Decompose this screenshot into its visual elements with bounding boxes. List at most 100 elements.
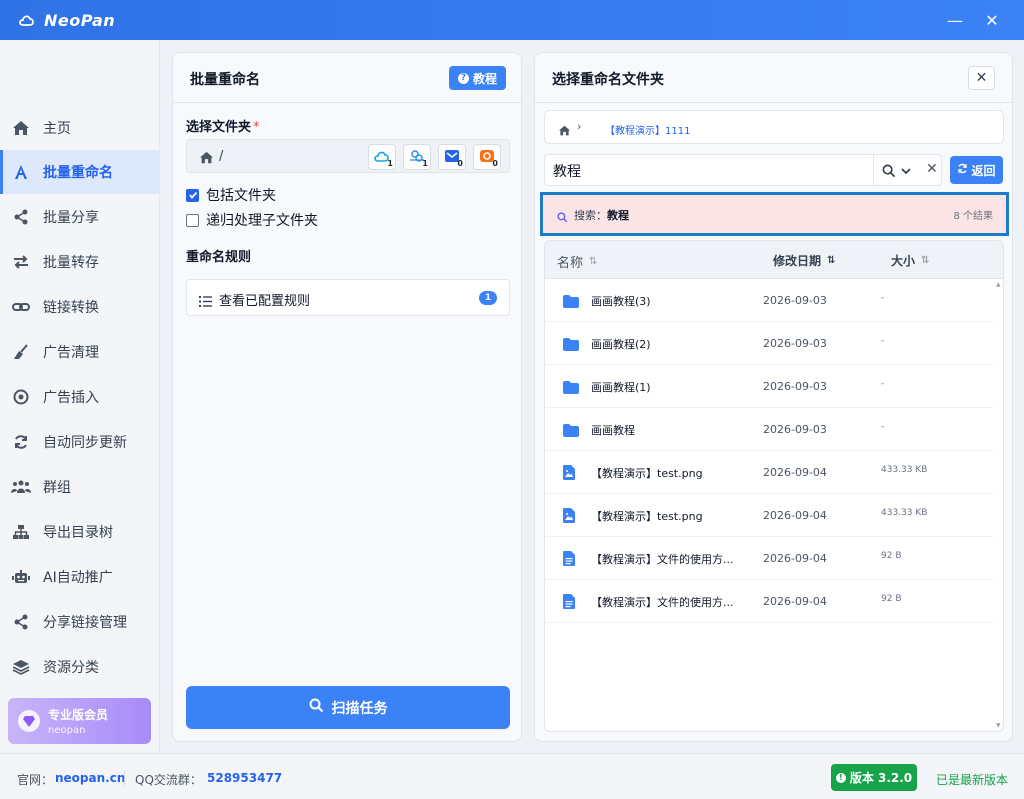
required-mark: * (253, 120, 260, 135)
panel-title: 批量重命名 (190, 72, 260, 88)
column-date[interactable]: 修改日期 ⇅ (773, 252, 835, 269)
scrollbar[interactable]: ▲ ▼ (995, 281, 1003, 729)
search-prefix: 搜索： (574, 209, 607, 222)
sidebar-item-batch-transfer[interactable]: 批量转存 (0, 240, 159, 284)
vip-title: 专业版会员 (48, 708, 109, 722)
sidebar-item-share-manage[interactable]: 分享链接管理 (0, 600, 159, 644)
search-summary: 搜索：教程 (574, 207, 629, 223)
scan-task-label: 扫描任务 (331, 700, 388, 717)
home-icon (10, 117, 32, 139)
chevron-right-icon: › (577, 120, 582, 133)
link-icon (10, 296, 32, 318)
recursive-label: 递归处理子文件夹 (206, 213, 318, 229)
document-icon (563, 594, 575, 613)
table-row[interactable]: 画画教程(3) 2026-09-03 - (545, 279, 993, 322)
batch-rename-panel: 批量重命名 ? 教程 选择文件夹 * / 1 1 0 0 包括文件夹 递归处理子… (172, 52, 522, 742)
file-size: - (881, 336, 885, 346)
sidebar-item-batch-rename[interactable]: 批量重命名 (0, 150, 159, 194)
close-window-button[interactable]: ✕ (980, 8, 1004, 32)
folder-icon (563, 379, 579, 398)
home-icon[interactable] (558, 121, 571, 140)
file-size: - (881, 422, 885, 432)
include-folders-checkbox[interactable]: 包括文件夹 (186, 185, 276, 205)
file-date: 2026-09-03 (763, 423, 827, 436)
table-row[interactable]: 【教程演示】文件的使用方... 2026-09-04 92 B (545, 537, 993, 580)
version-label: 版本 3.2.0 (849, 771, 913, 785)
column-name[interactable]: 名称 ⇅ (557, 252, 597, 271)
file-name: 【教程演示】文件的使用方... (591, 596, 734, 609)
table-row[interactable]: 【教程演示】文件的使用方... 2026-09-04 92 B (545, 580, 993, 623)
sidebar: 主页 批量重命名 批量分享 批量转存 链接转换 广告清理 广告插入 自动同步更新… (0, 40, 160, 753)
qq-link[interactable]: 528953477 (207, 771, 282, 785)
sidebar-item-auto-sync[interactable]: 自动同步更新 (0, 420, 159, 464)
sidebar-item-label: 广告清理 (43, 345, 99, 361)
site-link[interactable]: neopan.cn (55, 771, 125, 785)
view-rules-button[interactable]: 查看已配置规则 1 (186, 279, 510, 316)
sidebar-item-groups[interactable]: 群组 (0, 465, 159, 509)
search-result-banner: 搜索：教程 8 个结果 (540, 192, 1009, 236)
sidebar-item-ad-clean[interactable]: 广告清理 (0, 330, 159, 374)
sidebar-item-batch-share[interactable]: 批量分享 (0, 195, 159, 239)
cloud-drive-button-1[interactable]: 1 (368, 144, 396, 170)
close-panel-button[interactable]: ✕ (968, 66, 995, 90)
include-folders-label: 包括文件夹 (206, 188, 276, 204)
cloud-drive-button-4[interactable]: 0 (473, 144, 501, 170)
sidebar-item-home[interactable]: 主页 (0, 106, 159, 150)
cloud-drive-button-3[interactable]: 0 (438, 144, 466, 170)
document-icon (563, 551, 575, 570)
file-size: - (881, 293, 885, 303)
back-button[interactable]: 返回 (950, 156, 1003, 184)
sidebar-item-label: 自动同步更新 (43, 435, 127, 451)
list-icon (199, 292, 212, 311)
sort-icon: ⇅ (827, 255, 836, 266)
robot-icon (10, 566, 32, 588)
recursive-checkbox[interactable]: 递归处理子文件夹 (186, 210, 318, 230)
cloud-count: 0 (492, 159, 498, 168)
column-size[interactable]: 大小 ⇅ (891, 252, 929, 269)
file-date: 2026-09-03 (763, 380, 827, 393)
file-size: 92 B (881, 551, 902, 561)
table-row[interactable]: 【教程演示】test.png 2026-09-04 433.33 KB (545, 451, 993, 494)
sidebar-item-link-convert[interactable]: 链接转换 (0, 285, 159, 329)
sidebar-item-export-tree[interactable]: 导出目录树 (0, 510, 159, 554)
table-row[interactable]: 【教程演示】test.png 2026-09-04 433.33 KB (545, 494, 993, 537)
table-row[interactable]: 画画教程 2026-09-03 - (545, 408, 993, 451)
scroll-down-icon[interactable]: ▼ (996, 722, 1001, 729)
clear-search-icon[interactable]: ✕ (926, 161, 938, 177)
broom-icon (10, 341, 32, 363)
folder-path: / (219, 149, 224, 164)
version-button[interactable]: ! 版本 3.2.0 (831, 764, 917, 791)
neopan-logo-icon (16, 9, 38, 31)
chevron-down-icon[interactable] (900, 163, 912, 182)
search-input[interactable] (553, 161, 873, 181)
scroll-up-icon[interactable]: ▲ (996, 281, 1001, 288)
file-name: 画画教程 (591, 424, 635, 437)
minimize-button[interactable]: — (943, 8, 967, 32)
file-size: 433.33 KB (881, 508, 928, 518)
table-row[interactable]: 画画教程(1) 2026-09-03 - (545, 365, 993, 408)
sidebar-item-label: 分享链接管理 (43, 615, 127, 631)
sync-icon (10, 431, 32, 453)
file-name: 画画教程(2) (591, 338, 651, 351)
table-row[interactable]: 画画教程(2) 2026-09-03 - (545, 322, 993, 365)
folder-path-box[interactable]: / 1 1 0 0 (186, 139, 510, 173)
sidebar-item-ad-insert[interactable]: 广告插入 (0, 375, 159, 419)
refresh-icon (957, 163, 968, 177)
column-name-label: 名称 (557, 256, 584, 271)
vip-card[interactable]: 专业版会员 neopan (8, 698, 151, 744)
tutorial-button[interactable]: ? 教程 (449, 66, 506, 90)
search-icon[interactable] (882, 163, 896, 182)
result-count: 8 个结果 (953, 211, 993, 222)
folder-label-text: 选择文件夹 (186, 120, 252, 135)
divider (124, 771, 125, 785)
scan-task-button[interactable]: 扫描任务 (186, 686, 510, 729)
sidebar-item-ai-promote[interactable]: AI自动推广 (0, 555, 159, 599)
file-date: 2026-09-04 (763, 466, 827, 479)
cloud-drive-button-2[interactable]: 1 (403, 144, 431, 170)
update-status: 已是最新版本 (936, 773, 1009, 787)
file-name: 画画教程(1) (591, 381, 651, 394)
image-file-icon (563, 508, 575, 527)
file-size: 92 B (881, 594, 902, 604)
breadcrumb-item[interactable]: 【教程演示】1111 (605, 122, 690, 137)
sidebar-item-resource-category[interactable]: 资源分类 (0, 645, 159, 689)
